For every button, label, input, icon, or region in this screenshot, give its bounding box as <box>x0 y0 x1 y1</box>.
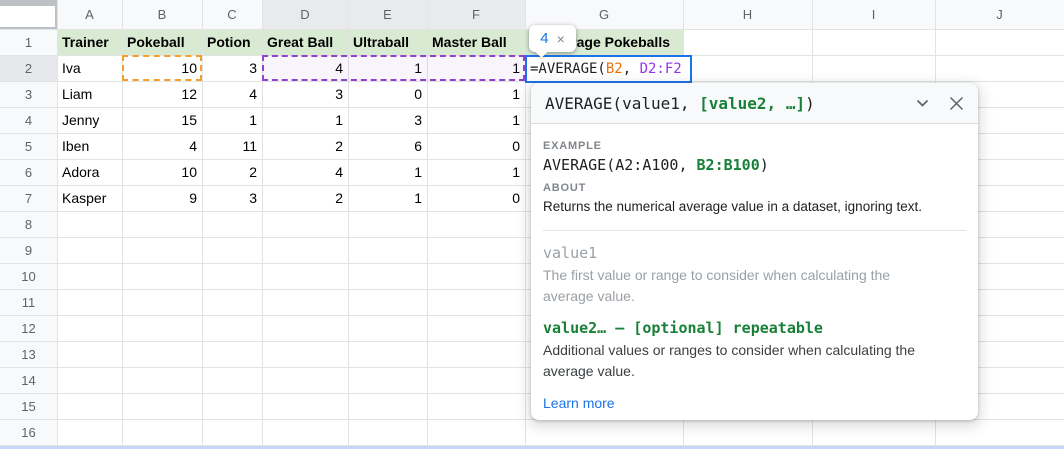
cell-value[interactable]: 4 <box>202 81 262 107</box>
spreadsheet: =AVERAGE(B2, D2:F2 4 × AVERAGE(value1, [… <box>0 0 1064 449</box>
column-header-J[interactable]: J <box>935 0 1064 29</box>
param2-description: Additional values or ranges to consider … <box>543 340 943 382</box>
cell-value[interactable]: 1 <box>427 159 525 185</box>
referenced-range-b2 <box>122 55 202 81</box>
header-cell[interactable]: Potion <box>202 29 262 55</box>
cell-value[interactable]: 2 <box>262 185 348 211</box>
cell-value[interactable]: 0 <box>427 185 525 211</box>
row-header-2[interactable]: 2 <box>0 55 57 81</box>
cell-value[interactable]: 4 <box>262 159 348 185</box>
cell-value[interactable]: 1 <box>427 81 525 107</box>
cell-value[interactable]: 10 <box>122 159 202 185</box>
cell-value[interactable]: 1 <box>348 185 427 211</box>
cell-value[interactable]: 9 <box>122 185 202 211</box>
formula-prefix: =AVERAGE( <box>530 61 606 77</box>
cell-value[interactable]: 1 <box>427 107 525 133</box>
referenced-range-d2-f2 <box>262 55 525 81</box>
row-header-10[interactable]: 10 <box>0 263 57 289</box>
about-text: Returns the numerical average value in a… <box>543 199 966 214</box>
cell-trainer[interactable]: Kasper <box>57 185 122 211</box>
example-label: EXAMPLE <box>543 140 966 152</box>
function-signature: AVERAGE(value1, [value2, …]) <box>545 94 908 113</box>
cell-value[interactable]: 0 <box>427 133 525 159</box>
header-cell[interactable]: Ultraball <box>348 29 427 55</box>
header-cell[interactable]: Great Ball <box>262 29 348 55</box>
column-header-B[interactable]: B <box>122 0 202 29</box>
popup-header: AVERAGE(value1, [value2, …]) <box>531 83 978 124</box>
cell-value[interactable]: 6 <box>348 133 427 159</box>
cell-value[interactable]: 4 <box>122 133 202 159</box>
formula-ref-b2: B2 <box>606 61 623 77</box>
cell-value[interactable]: 12 <box>122 81 202 107</box>
cell-trainer[interactable]: Liam <box>57 81 122 107</box>
row-header-6[interactable]: 6 <box>0 159 57 185</box>
cell-trainer[interactable]: Adora <box>57 159 122 185</box>
header-cell[interactable]: Master Ball <box>427 29 525 55</box>
row-header-8[interactable]: 8 <box>0 211 57 237</box>
param1-description: The first value or range to consider whe… <box>543 265 943 307</box>
header-cell[interactable]: Pokeball <box>122 29 202 55</box>
cell-value[interactable]: 11 <box>202 133 262 159</box>
row-header-14[interactable]: 14 <box>0 367 57 393</box>
row-header-16[interactable]: 16 <box>0 419 57 445</box>
row-header-3[interactable]: 3 <box>0 81 57 107</box>
example-code: AVERAGE(A2:A100, B2:B100) <box>543 156 966 174</box>
row-header-1[interactable]: 1 <box>0 29 57 55</box>
cell-value[interactable]: 3 <box>202 185 262 211</box>
row-header-4[interactable]: 4 <box>0 107 57 133</box>
column-header-F[interactable]: F <box>427 0 525 29</box>
column-header-A[interactable]: A <box>57 0 122 29</box>
cell-trainer[interactable]: Iva <box>57 55 122 81</box>
corner-top-edge <box>0 0 57 6</box>
column-header-H[interactable]: H <box>683 0 812 29</box>
row-header-11[interactable]: 11 <box>0 289 57 315</box>
column-header-I[interactable]: I <box>812 0 935 29</box>
formula-ref-d2f2: D2:F2 <box>640 61 682 77</box>
cell-trainer[interactable]: Jenny <box>57 107 122 133</box>
about-label: ABOUT <box>543 182 966 194</box>
cell-value[interactable]: 15 <box>122 107 202 133</box>
cell-value[interactable]: 2 <box>262 133 348 159</box>
column-header-C[interactable]: C <box>202 0 262 29</box>
column-header-D[interactable]: D <box>262 0 348 29</box>
param2-name: value2… – [optional] repeatable <box>543 319 966 337</box>
formula-separator: , <box>623 61 640 77</box>
header-cell[interactable]: Trainer <box>57 29 122 55</box>
cell-value[interactable]: 1 <box>202 107 262 133</box>
row-header-15[interactable]: 15 <box>0 393 57 419</box>
row-header-9[interactable]: 9 <box>0 237 57 263</box>
row-header-12[interactable]: 12 <box>0 315 57 341</box>
learn-more-link[interactable]: Learn more <box>543 395 615 411</box>
row-header-7[interactable]: 7 <box>0 185 57 211</box>
chevron-down-icon[interactable] <box>916 99 929 108</box>
row-header-5[interactable]: 5 <box>0 133 57 159</box>
cell-value[interactable]: 0 <box>348 81 427 107</box>
cell-value[interactable]: 3 <box>202 55 262 81</box>
close-icon[interactable] <box>949 96 964 111</box>
param1-name: value1 <box>543 244 966 262</box>
column-header-E[interactable]: E <box>348 0 427 29</box>
cell-trainer[interactable]: Iben <box>57 133 122 159</box>
cell-value[interactable]: 3 <box>348 107 427 133</box>
formula-cell-editor[interactable]: =AVERAGE(B2, D2:F2 <box>525 55 692 83</box>
cell-value[interactable]: 3 <box>262 81 348 107</box>
cell-value[interactable]: 1 <box>262 107 348 133</box>
row-header-13[interactable]: 13 <box>0 341 57 367</box>
popup-divider <box>543 230 966 231</box>
function-help-popup: AVERAGE(value1, [value2, …]) EXAMPLE AVE… <box>531 83 978 420</box>
preview-close-icon[interactable]: × <box>557 32 565 46</box>
formula-result-preview: 4 × <box>529 25 576 52</box>
popup-body: EXAMPLE AVERAGE(A2:A100, B2:B100) ABOUT … <box>531 124 978 413</box>
cell-value[interactable]: 1 <box>348 159 427 185</box>
cell-value[interactable]: 2 <box>202 159 262 185</box>
